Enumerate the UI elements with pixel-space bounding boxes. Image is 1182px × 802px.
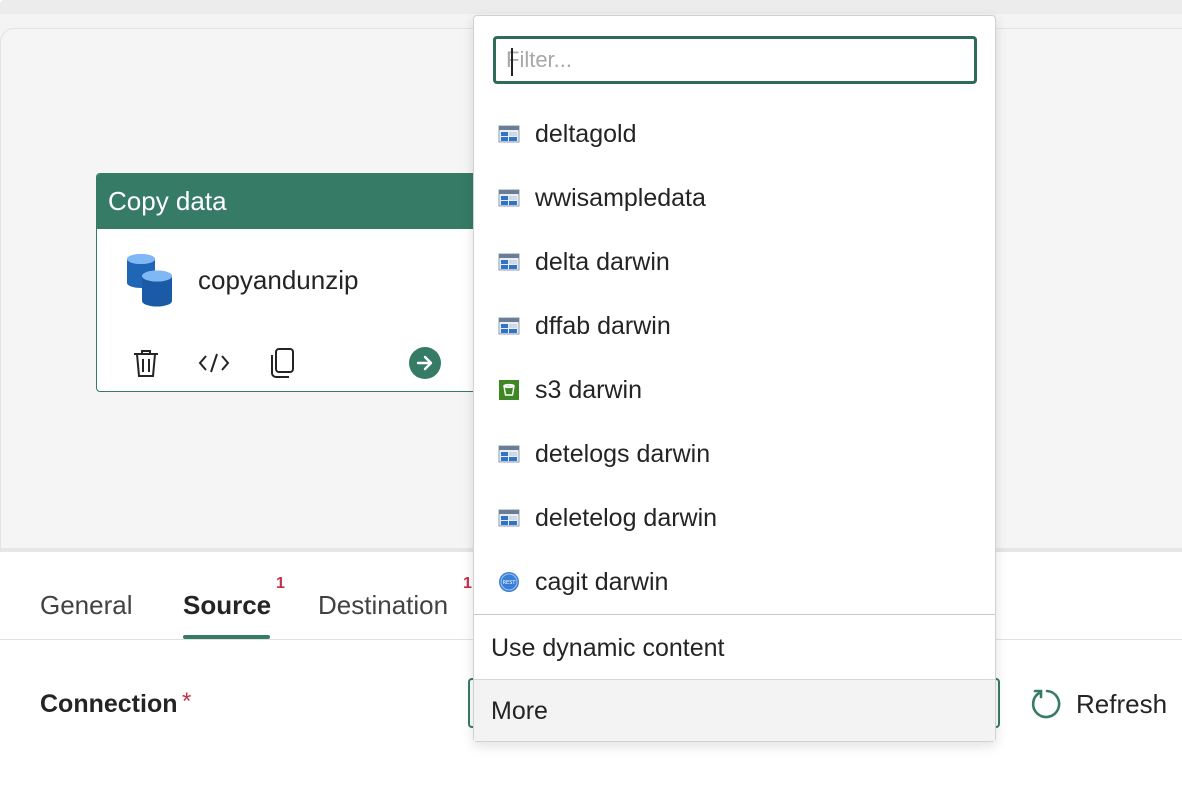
active-tab-indicator [183, 635, 270, 639]
refresh-label: Refresh [1076, 688, 1168, 719]
connection-option-label: cagit darwin [535, 568, 669, 596]
connection-option[interactable]: REST cagit darwin [474, 556, 995, 612]
connection-option[interactable]: dffab darwin [474, 300, 995, 356]
s3-bucket-icon [498, 379, 520, 401]
activity-type-label: Copy data [97, 174, 495, 229]
destination-error-badge: 1 [463, 575, 472, 592]
table-icon [498, 315, 520, 337]
more-option[interactable]: More [474, 679, 995, 741]
connection-option[interactable]: deletelog darwin [474, 492, 995, 548]
tab-destination[interactable]: Destination [318, 590, 448, 621]
required-indicator: * [182, 688, 192, 715]
connection-option-label: deltagold [535, 120, 637, 148]
filter-box[interactable] [493, 36, 977, 84]
database-icon [127, 254, 172, 307]
connection-option-label: deletelog darwin [535, 504, 718, 532]
dropdown-divider [474, 614, 995, 615]
copy-data-activity[interactable]: Copy data copyandunzip [96, 173, 496, 392]
delete-icon[interactable] [129, 346, 163, 380]
filter-input[interactable] [506, 44, 966, 76]
copy-icon[interactable] [265, 346, 299, 380]
source-error-badge: 1 [276, 575, 285, 592]
option-label: Use dynamic content [491, 634, 725, 662]
table-icon [498, 251, 520, 273]
rest-icon: REST [498, 571, 520, 593]
connection-option-label: wwisampledata [535, 184, 706, 212]
connection-option[interactable]: detelogs darwin [474, 428, 995, 484]
connection-option-label: dffab darwin [535, 312, 671, 340]
connection-option-label: s3 darwin [535, 376, 642, 404]
connection-option[interactable]: deltagold [474, 108, 995, 164]
table-icon [498, 187, 520, 209]
table-icon [498, 123, 520, 145]
tab-source[interactable]: Source [183, 590, 271, 621]
refresh-icon [1031, 689, 1061, 719]
connection-option-label: delta darwin [535, 248, 670, 276]
tab-general[interactable]: General [40, 590, 133, 621]
go-arrow-icon[interactable] [408, 346, 442, 380]
code-icon[interactable] [197, 346, 231, 380]
connection-label: Connection [40, 690, 178, 718]
option-label: More [491, 697, 548, 725]
connection-option[interactable]: delta darwin [474, 236, 995, 292]
text-caret [511, 48, 513, 76]
connection-dropdown: deltagold wwisampledata delta darwin dffab … [473, 15, 996, 742]
use-dynamic-content-option[interactable]: Use dynamic content [474, 617, 995, 679]
svg-text:REST: REST [503, 580, 517, 586]
activity-name: copyandunzip [198, 265, 359, 295]
table-icon [498, 443, 520, 465]
refresh-button[interactable]: Refresh [1030, 686, 1167, 722]
connection-option[interactable]: wwisampledata [474, 172, 995, 228]
connection-option-label: detelogs darwin [535, 440, 711, 468]
connection-option[interactable]: s3 darwin [474, 364, 995, 420]
table-icon [498, 507, 520, 529]
